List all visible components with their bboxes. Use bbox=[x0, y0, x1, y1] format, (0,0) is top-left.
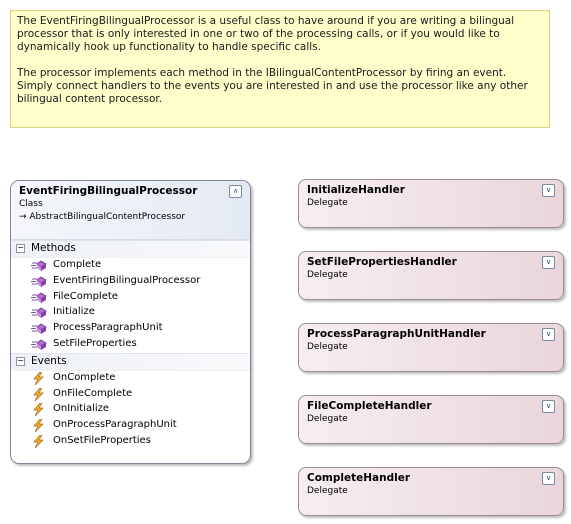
event-lightning-icon bbox=[33, 371, 44, 385]
delegate-complete-handler[interactable]: CompleteHandler Delegate ∨ bbox=[298, 467, 564, 516]
method-label: EventFiringBilingualProcessor bbox=[53, 274, 201, 286]
delegate-name: InitializeHandler bbox=[307, 184, 405, 196]
delegate-type: Delegate bbox=[307, 486, 348, 496]
expand-icon[interactable]: ∨ bbox=[542, 328, 555, 341]
delegate-type: Delegate bbox=[307, 342, 348, 352]
collapse-methods-icon[interactable]: − bbox=[16, 244, 25, 253]
event-item[interactable]: OnFileComplete bbox=[11, 387, 250, 403]
method-item[interactable]: Complete bbox=[11, 258, 250, 274]
method-label: FileComplete bbox=[53, 290, 118, 302]
method-label: SetFileProperties bbox=[53, 337, 137, 349]
expand-icon[interactable]: ∨ bbox=[542, 184, 555, 197]
event-label: OnProcessParagraphUnit bbox=[53, 419, 177, 431]
method-item[interactable]: EventFiringBilingualProcessor bbox=[11, 274, 250, 290]
method-item[interactable]: FileComplete bbox=[11, 290, 250, 306]
method-icon bbox=[31, 276, 47, 287]
collapse-icon[interactable]: ∧ bbox=[229, 185, 242, 198]
method-label: ProcessParagraphUnit bbox=[53, 322, 163, 334]
delegate-name: ProcessParagraphUnitHandler bbox=[307, 328, 486, 340]
method-icon bbox=[31, 323, 47, 335]
note-paragraph-1: The EventFiringBilingualProcessor is a u… bbox=[17, 15, 515, 53]
event-label: OnComplete bbox=[53, 371, 116, 383]
collapse-events-icon[interactable]: − bbox=[16, 356, 25, 366]
delegate-type: Delegate bbox=[307, 414, 348, 424]
delegate-file-complete-handler[interactable]: FileCompleteHandler Delegate ∨ bbox=[298, 395, 564, 444]
base-class: → AbstractBilingualContentProcessor bbox=[19, 212, 186, 222]
delegate-initialize-handler[interactable]: InitializeHandler Delegate ∨ bbox=[298, 179, 564, 228]
methods-list: Complete EventFiringBilingualProcessor F… bbox=[11, 258, 250, 353]
class-shape[interactable]: EventFiringBilingualProcessor Class → Ab… bbox=[10, 180, 251, 464]
delegate-name: CompleteHandler bbox=[307, 472, 411, 484]
delegate-type: Delegate bbox=[307, 198, 348, 208]
method-label: Complete bbox=[53, 259, 102, 270]
event-lightning-icon bbox=[33, 387, 44, 401]
method-label: Initialize bbox=[53, 306, 95, 318]
delegate-name: SetFilePropertiesHandler bbox=[307, 256, 457, 268]
comment-note: The EventFiringBilingualProcessor is a u… bbox=[10, 10, 550, 128]
class-name: EventFiringBilingualProcessor bbox=[19, 185, 198, 197]
methods-section-header[interactable]: − Methods bbox=[11, 240, 250, 258]
event-item[interactable]: OnProcessParagraphUnit bbox=[11, 418, 250, 434]
method-icon bbox=[31, 307, 47, 319]
method-icon bbox=[31, 260, 47, 271]
event-lightning-icon bbox=[33, 419, 44, 433]
method-icon bbox=[31, 339, 47, 350]
event-label: OnFileComplete bbox=[53, 387, 133, 399]
event-label: OnInitialize bbox=[53, 403, 110, 415]
event-item[interactable]: OnSetFileProperties bbox=[11, 434, 250, 450]
event-item[interactable]: OnInitialize bbox=[11, 402, 250, 418]
event-lightning-icon bbox=[33, 403, 44, 417]
delegate-process-paragraph-unit-handler[interactable]: ProcessParagraphUnitHandler Delegate ∨ bbox=[298, 323, 564, 372]
event-lightning-icon bbox=[33, 434, 44, 448]
expand-icon[interactable]: ∨ bbox=[542, 400, 555, 413]
method-item[interactable]: ProcessParagraphUnit bbox=[11, 321, 250, 337]
expand-icon[interactable]: ∨ bbox=[542, 256, 555, 269]
delegate-set-file-properties-handler[interactable]: SetFilePropertiesHandler Delegate ∨ bbox=[298, 251, 564, 300]
events-list: OnComplete OnFileComplete OnInitialize O… bbox=[11, 371, 250, 450]
class-header: EventFiringBilingualProcessor Class → Ab… bbox=[11, 181, 250, 240]
method-item[interactable]: SetFileProperties bbox=[11, 337, 250, 353]
methods-label: Methods bbox=[31, 242, 76, 254]
events-section-header[interactable]: − Events bbox=[11, 352, 250, 371]
method-item[interactable]: Initialize bbox=[11, 305, 250, 321]
event-label: OnSetFileProperties bbox=[53, 434, 151, 446]
delegate-name: FileCompleteHandler bbox=[307, 400, 432, 412]
method-icon bbox=[31, 292, 47, 303]
events-label: Events bbox=[31, 354, 67, 367]
delegate-type: Delegate bbox=[307, 270, 348, 280]
note-paragraph-2: The processor implements each method in … bbox=[17, 67, 528, 105]
event-item[interactable]: OnComplete bbox=[11, 371, 250, 387]
expand-icon[interactable]: ∨ bbox=[542, 472, 555, 485]
class-stereotype: Class bbox=[19, 199, 43, 209]
